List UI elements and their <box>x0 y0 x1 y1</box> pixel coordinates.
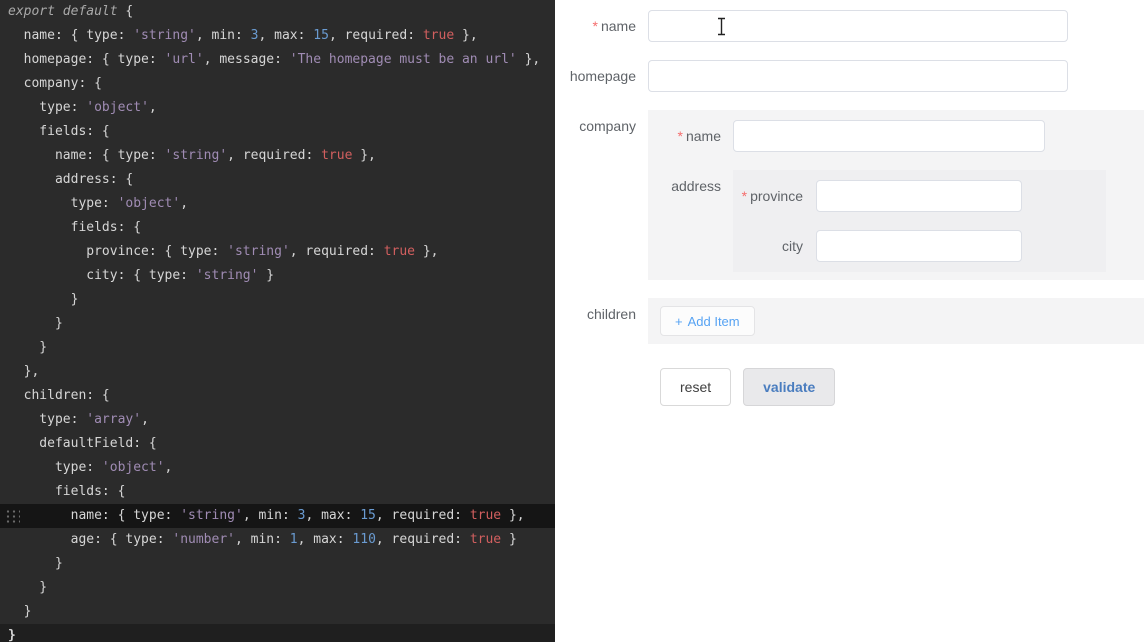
address-label: address <box>648 170 733 202</box>
required-asterisk: * <box>742 188 747 204</box>
code-line: } <box>0 312 555 336</box>
city-label: city <box>733 230 816 262</box>
code-line: fields: { <box>0 120 555 144</box>
children-panel: +Add Item <box>648 298 1144 344</box>
code-line: name: { type: 'string', min: 3, max: 15,… <box>0 504 555 528</box>
code-line: homepage: { type: 'url', message: 'The h… <box>0 48 555 72</box>
homepage-input[interactable] <box>648 60 1068 92</box>
form-row-company: company *name address *province <box>555 110 1144 280</box>
code-line: } <box>0 624 555 642</box>
form-row-name: *name <box>555 10 1144 42</box>
code-line: export default { <box>0 0 555 24</box>
form-row-children: children +Add Item <box>555 298 1144 344</box>
add-item-button[interactable]: +Add Item <box>660 306 755 336</box>
code-line: children: { <box>0 384 555 408</box>
form-actions: reset validate <box>660 368 1144 406</box>
company-panel: *name address *province <box>648 110 1144 280</box>
form-row-company-name: *name <box>648 120 1144 152</box>
code-line: } <box>0 288 555 312</box>
code-line: } <box>0 336 555 360</box>
code-line: name: { type: 'string', min: 3, max: 15,… <box>0 24 555 48</box>
required-asterisk: * <box>678 128 683 144</box>
form-row-homepage: homepage <box>555 60 1144 92</box>
code-line: type: 'object', <box>0 456 555 480</box>
company-name-label: *name <box>648 120 733 152</box>
code-line: age: { type: 'number', min: 1, max: 110,… <box>0 528 555 552</box>
code-line: fields: { <box>0 216 555 240</box>
code-editor[interactable]: export default { name: { type: 'string',… <box>0 0 555 642</box>
code-line: type: 'array', <box>0 408 555 432</box>
code-line: defaultField: { <box>0 432 555 456</box>
app-window: export default { name: { type: 'string',… <box>0 0 1144 642</box>
code-line: address: { <box>0 168 555 192</box>
form-row-city: city <box>733 230 1106 262</box>
code-line: province: { type: 'string', required: tr… <box>0 240 555 264</box>
form-preview: *name homepage company *name <box>555 0 1144 642</box>
code-line: type: 'object', <box>0 96 555 120</box>
province-input[interactable] <box>816 180 1022 212</box>
code-line: } <box>0 552 555 576</box>
validate-button[interactable]: validate <box>743 368 835 406</box>
name-input[interactable] <box>648 10 1068 42</box>
form-row-province: *province <box>733 180 1106 212</box>
address-panel: *province city <box>733 170 1106 272</box>
city-input[interactable] <box>816 230 1022 262</box>
province-label: *province <box>733 180 816 212</box>
reset-button[interactable]: reset <box>660 368 731 406</box>
name-label: *name <box>555 10 648 42</box>
code-line: type: 'object', <box>0 192 555 216</box>
code-line: city: { type: 'string' } <box>0 264 555 288</box>
company-label: company <box>555 110 648 142</box>
code-line: fields: { <box>0 480 555 504</box>
form-row-address: address *province city <box>648 170 1144 272</box>
code-line: }, <box>0 360 555 384</box>
homepage-label: homepage <box>555 60 648 92</box>
code-line: name: { type: 'string', required: true }… <box>0 144 555 168</box>
required-asterisk: * <box>593 18 598 34</box>
company-name-input[interactable] <box>733 120 1045 152</box>
mouse-ibeam-cursor-icon <box>716 17 727 36</box>
plus-icon: + <box>675 314 683 329</box>
code-line: } <box>0 576 555 600</box>
children-label: children <box>555 298 648 330</box>
code-line: company: { <box>0 72 555 96</box>
code-line: } <box>0 600 555 624</box>
